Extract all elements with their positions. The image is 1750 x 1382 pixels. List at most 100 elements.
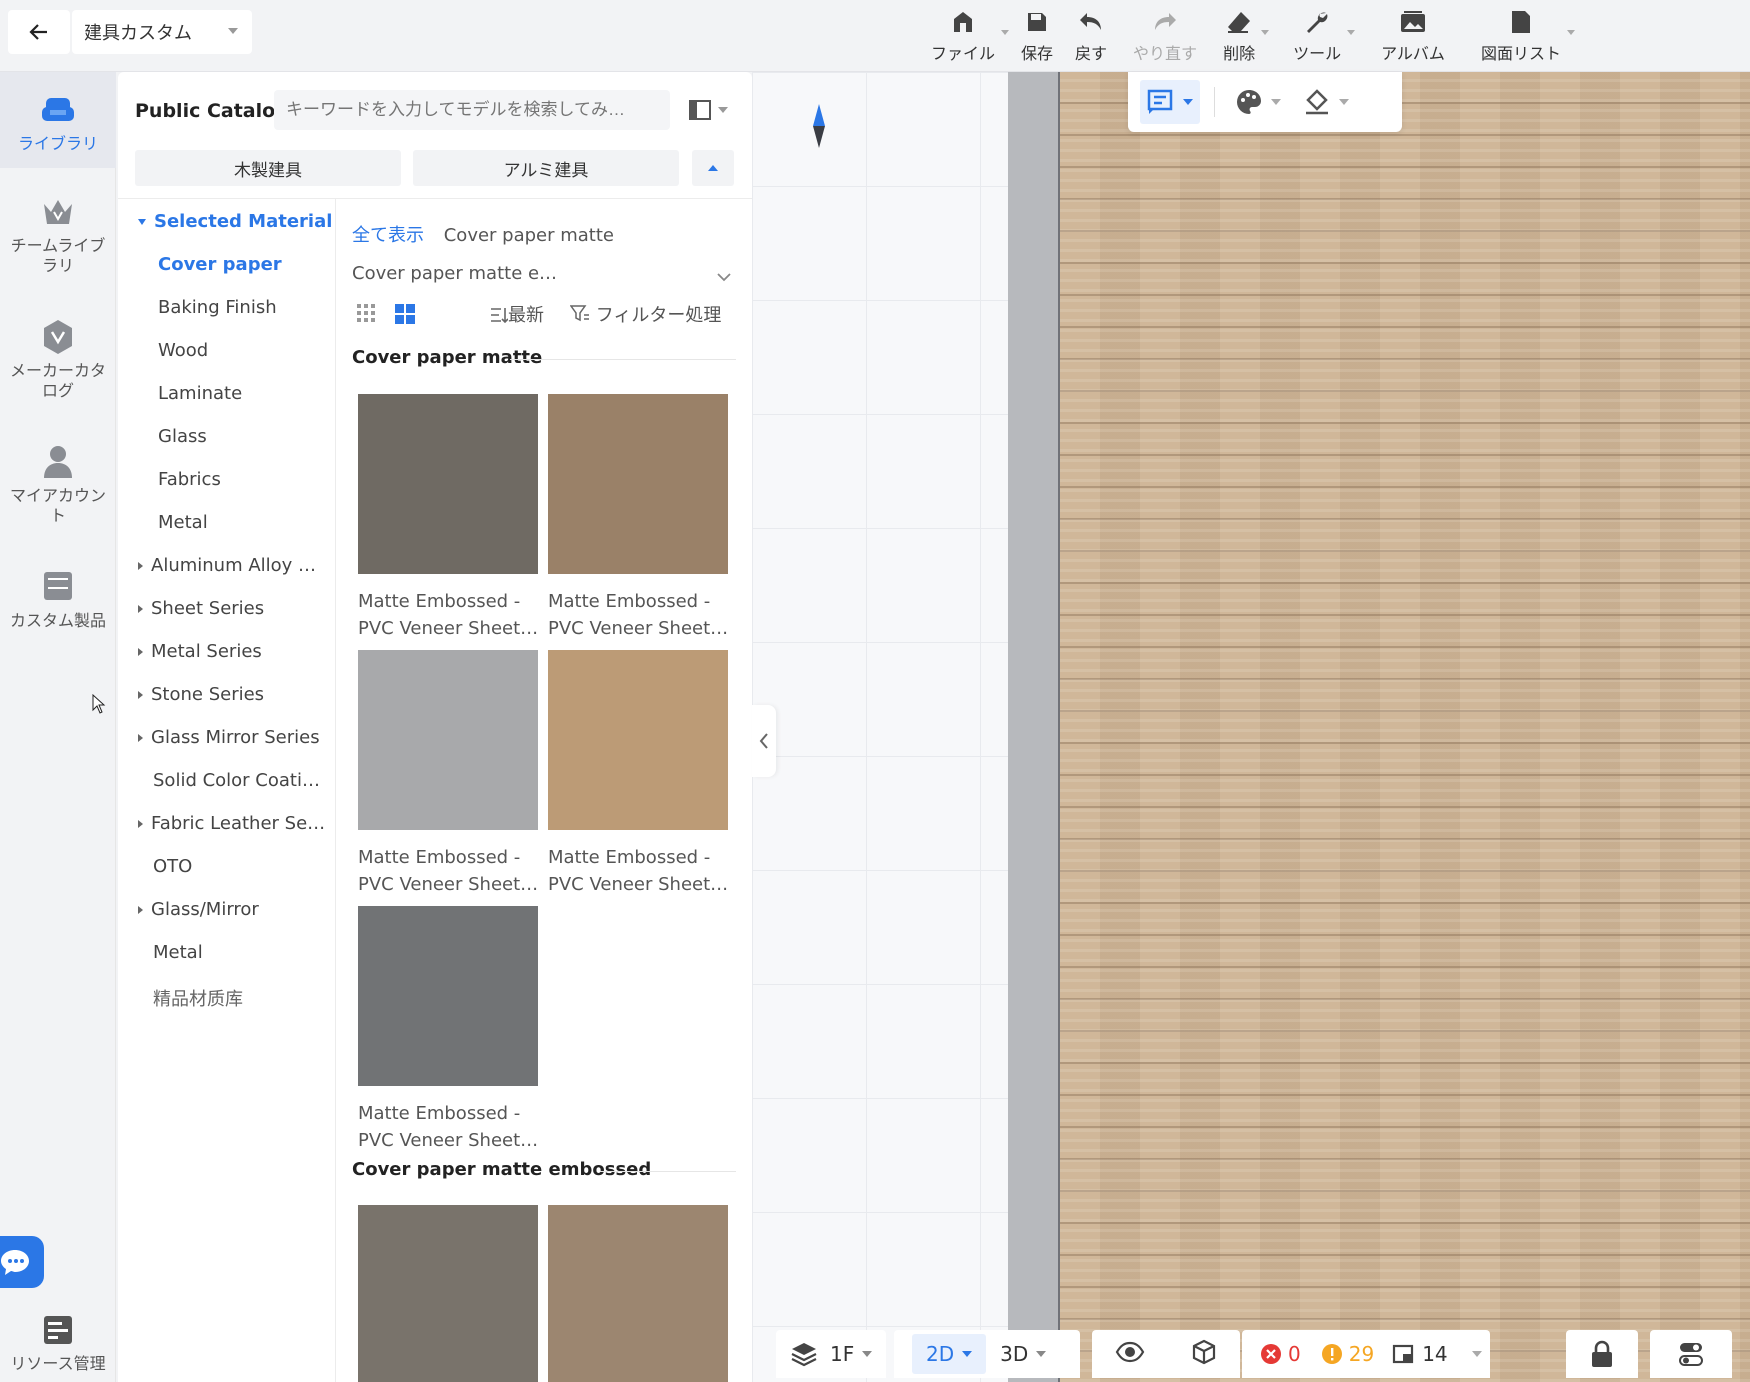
chat-support-button[interactable]: [0, 1236, 44, 1288]
main-toolbar: ファイル 保存 戻す やり直す 削除 ツール アルバム 図面リスト: [920, 4, 1575, 64]
drawing-list-button[interactable]: 図面リスト: [1480, 4, 1575, 64]
material-name-line2: PVC Veneer Sheet…: [358, 618, 538, 639]
material-card[interactable]: Matte Embossed - PVC Veneer Sheet…: [358, 650, 538, 898]
collapse-panel-button[interactable]: [752, 705, 776, 777]
nav-my-account-label: マイアカウント: [9, 486, 106, 525]
cabinet-icon: [38, 567, 78, 607]
tree-head-label: Selected Material: [154, 211, 333, 232]
tools-button[interactable]: ツール: [1293, 4, 1356, 64]
project-select[interactable]: 建具カスタム: [72, 10, 252, 54]
undo-button[interactable]: 戻す: [1075, 4, 1107, 64]
top-bar: 建具カスタム ファイル 保存 戻す やり直す 削除 ツール アルバム 図面リスト: [0, 0, 1750, 72]
model-search-input[interactable]: [274, 90, 670, 130]
arrow-left-icon: [29, 24, 47, 40]
tab-aluminum-fittings[interactable]: アルミ建具: [413, 150, 679, 186]
chevron-down-icon: [228, 28, 238, 34]
drawing-list-label: 図面リスト: [1480, 44, 1561, 63]
section-title: Cover paper matte: [352, 347, 543, 368]
cube-view-button[interactable]: [1190, 1338, 1218, 1371]
tree-group-metal-series[interactable]: Metal Series: [118, 641, 336, 662]
tree-item-cover-paper[interactable]: Cover paper: [118, 254, 336, 275]
save-button[interactable]: 保存: [1021, 4, 1053, 64]
sort-newest-button[interactable]: 最新: [490, 301, 544, 327]
grid-small-icon[interactable]: [356, 303, 376, 327]
filter-button[interactable]: フィルター処理: [569, 301, 721, 327]
tree-item-laminate[interactable]: Laminate: [118, 383, 336, 404]
material-card[interactable]: [548, 1205, 728, 1382]
paint-tool-button[interactable]: [1303, 80, 1349, 124]
palette-icon: [1237, 90, 1261, 114]
chevron-down-icon: [862, 1351, 873, 1357]
delete-button[interactable]: 削除: [1223, 4, 1270, 64]
material-card[interactable]: [358, 1205, 538, 1382]
caret-down-icon: [138, 219, 146, 225]
caret-right-icon: [138, 605, 143, 613]
back-button[interactable]: [8, 10, 70, 54]
layers-icon: [791, 1343, 817, 1367]
material-card[interactable]: Matte Embossed - PVC Veneer Sheet…: [548, 650, 728, 898]
undo-icon: [1077, 8, 1105, 36]
tree-item-fabrics[interactable]: Fabrics: [118, 469, 336, 490]
tree-group-premium-materials[interactable]: 精品材质库: [118, 985, 336, 1011]
tree-item-glass[interactable]: Glass: [118, 426, 336, 447]
redo-button[interactable]: やり直す: [1133, 4, 1197, 64]
lock-button[interactable]: [1566, 1330, 1638, 1378]
annotation-icon: [1147, 89, 1173, 114]
material-card[interactable]: Matte Embossed - PVC Veneer Sheet…: [358, 906, 538, 1154]
grid-large-icon[interactable]: [394, 303, 416, 329]
tree-group-sheet-series[interactable]: Sheet Series: [118, 598, 336, 619]
material-swatch: [548, 1205, 728, 1382]
chevron-down-icon: [718, 107, 728, 113]
tree-group-glass-mirror-series[interactable]: Glass Mirror Series: [118, 727, 336, 748]
floor-texture-view[interactable]: [1060, 72, 1750, 1382]
tab-wood-fittings[interactable]: 木製建具: [135, 150, 401, 186]
subcategory-select[interactable]: Cover paper matte e…: [352, 263, 736, 284]
nav-maker-catalog[interactable]: メーカーカタログ: [0, 317, 116, 417]
material-card[interactable]: Matte Embossed - PVC Veneer Sheet…: [548, 394, 728, 642]
section-divider: [510, 359, 736, 360]
chevron-down-icon: [716, 267, 732, 288]
nav-my-account[interactable]: マイアカウント: [0, 442, 116, 542]
tree-group-solid-color-coating[interactable]: Solid Color Coati…: [118, 770, 336, 791]
settings-toggle-button[interactable]: [1650, 1330, 1732, 1378]
show-all-link[interactable]: 全て表示: [352, 225, 424, 246]
nav-library[interactable]: ライブラリ: [0, 72, 116, 168]
redo-label: やり直す: [1133, 44, 1198, 63]
plan-canvas-grid[interactable]: [752, 72, 1008, 1382]
panel-layout-toggle[interactable]: [688, 94, 736, 126]
nav-custom-products[interactable]: カスタム製品: [0, 567, 116, 657]
chevron-down-icon: [1566, 30, 1575, 35]
file-button[interactable]: ファイル: [931, 4, 1010, 64]
tree-head-selected-material[interactable]: Selected Material: [118, 211, 336, 232]
tree-group-label: Glass/Mirror: [151, 899, 259, 920]
tree-item-baking-finish[interactable]: Baking Finish: [118, 297, 336, 318]
material-name-line2: PVC Veneer Sheet…: [358, 1130, 538, 1151]
cursor-pointer-icon: [92, 693, 106, 718]
tree-group-glass-mirror[interactable]: Glass/Mirror: [118, 899, 336, 920]
material-card[interactable]: Matte Embossed - PVC Veneer Sheet…: [358, 394, 538, 642]
view-2d-button[interactable]: 2D: [912, 1334, 987, 1374]
album-button[interactable]: アルバム: [1381, 4, 1445, 64]
visibility-button[interactable]: [1115, 1341, 1145, 1368]
tree-group-oto[interactable]: OTO: [118, 856, 336, 877]
nav-team-library[interactable]: チームライブラリ: [0, 192, 116, 292]
save-icon: [1023, 8, 1051, 36]
layout-columns-icon: [689, 100, 711, 120]
tree-group-stone-series[interactable]: Stone Series: [118, 684, 336, 705]
tree-group-metal[interactable]: Metal: [118, 942, 336, 963]
nav-maker-catalog-label: メーカーカタログ: [9, 361, 106, 400]
floor-selector[interactable]: 1F: [776, 1330, 886, 1378]
tree-item-metal[interactable]: Metal: [118, 512, 336, 533]
floor-label: 1F: [830, 1342, 855, 1366]
status-indicators[interactable]: 0 29 14: [1242, 1330, 1490, 1378]
tree-group-aluminum-alloy[interactable]: Aluminum Alloy …: [118, 555, 336, 576]
tree-group-fabric-leather[interactable]: Fabric Leather Se…: [118, 813, 336, 834]
nav-resource-management[interactable]: リソース管理: [0, 1310, 116, 1380]
floating-view-tools: [1128, 72, 1402, 132]
collapse-tabs-button[interactable]: [692, 150, 734, 186]
annotation-tool-button[interactable]: [1140, 80, 1200, 124]
render-style-button[interactable]: [1235, 80, 1281, 124]
caret-right-icon: [138, 648, 143, 656]
tree-item-wood[interactable]: Wood: [118, 340, 336, 361]
view-3d-button[interactable]: 3D: [1000, 1342, 1047, 1366]
